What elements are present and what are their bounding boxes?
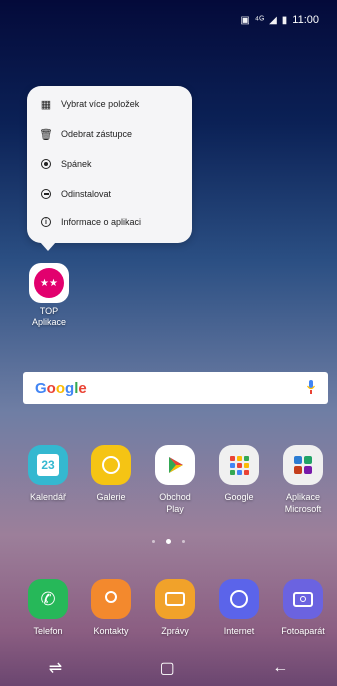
app-label: Aplikace Microsoft [284, 492, 322, 514]
app-google-folder[interactable]: Google [207, 445, 271, 503]
app-messages[interactable]: Zprávy [143, 579, 207, 637]
app-label: Fotoaparát [281, 626, 325, 636]
back-icon[interactable]: ← [272, 659, 288, 677]
phone-icon: ✆ [28, 579, 68, 619]
home-icon[interactable]: ▢ [160, 658, 175, 678]
menu-item-remove-shortcut[interactable]: 🗑 Odebrat zástupce [39, 122, 132, 146]
app-calendar[interactable]: 23 Kalendář [16, 445, 80, 503]
contacts-icon [91, 579, 131, 619]
sleep-icon [39, 157, 53, 171]
camera-icon [283, 579, 323, 619]
app-phone[interactable]: ✆ Telefon [16, 579, 80, 637]
internet-icon [219, 579, 259, 619]
lte-icon: ⁴ᴳ [254, 14, 265, 26]
messages-icon [155, 579, 195, 619]
context-menu: ▦ Vybrat více položek 🗑 Odebrat zástupce… [27, 86, 192, 251]
trash-icon: 🗑 [39, 128, 53, 141]
app-label: Kalendář [29, 492, 67, 502]
google-logo: Google [35, 380, 87, 397]
app-top-aplikace[interactable]: ★★ TOP Aplikace [27, 263, 71, 328]
navigation-bar: ⇌ ▢ ← [0, 650, 337, 686]
calendar-icon: 23 [28, 445, 68, 485]
play-store-icon [155, 445, 195, 485]
menu-item-uninstall[interactable]: Odinstalovat [39, 182, 111, 206]
menu-item-app-info[interactable]: i Informace o aplikaci [39, 210, 141, 234]
app-label: Google [224, 492, 254, 502]
signal-icon: ◢ [269, 14, 277, 26]
gallery-icon [91, 445, 131, 485]
app-camera[interactable]: Fotoaparát [271, 579, 335, 637]
app-label: Zprávy [161, 626, 189, 636]
app-label-line1: TOP [39, 306, 59, 316]
menu-item-label: Spánek [61, 159, 92, 169]
uninstall-icon [39, 187, 53, 201]
menu-item-sleep[interactable]: Spánek [39, 152, 92, 176]
app-contacts[interactable]: Kontakty [79, 579, 143, 637]
microsoft-folder-icon [283, 445, 323, 485]
battery-icon: ▮ [281, 14, 288, 26]
app-label: Galerie [96, 492, 126, 502]
page-indicator [0, 539, 337, 544]
app-label: Obchod Play [159, 492, 191, 514]
menu-item-select-multiple[interactable]: ▦ Vybrat více položek [39, 92, 139, 116]
recent-apps-icon[interactable]: ⇌ [49, 658, 62, 678]
status-bar: ▣ ⁴ᴳ ◢ ▮ 11:00 [0, 0, 337, 36]
select-multiple-icon: ▦ [40, 98, 52, 111]
page-dot[interactable] [152, 540, 155, 543]
app-label: Kontakty [93, 626, 129, 636]
mic-icon[interactable] [307, 380, 315, 394]
time: 11:00 [292, 14, 319, 26]
top-app-icon: ★★ [29, 263, 69, 303]
info-icon: i [39, 215, 53, 229]
menu-item-label: Informace o aplikaci [61, 217, 142, 227]
app-label-line2: Aplikace [31, 317, 67, 327]
page-dot-active[interactable] [166, 539, 171, 544]
google-folder-icon [219, 445, 259, 485]
app-internet[interactable]: Internet [207, 579, 271, 637]
menu-item-label: Odinstalovat [61, 189, 112, 199]
google-search-bar[interactable]: Google [23, 372, 328, 404]
app-label: Telefon [33, 626, 63, 636]
app-play-store[interactable]: Obchod Play [143, 445, 207, 515]
menu-item-label: Vybrat více položek [61, 99, 140, 109]
app-gallery[interactable]: Galerie [79, 445, 143, 503]
nfc-icon: ▣ [240, 14, 250, 26]
app-label: Internet [223, 626, 255, 636]
page-dot[interactable] [182, 540, 185, 543]
menu-item-label: Odebrat zástupce [61, 129, 133, 139]
app-microsoft-folder[interactable]: Aplikace Microsoft [271, 445, 335, 515]
